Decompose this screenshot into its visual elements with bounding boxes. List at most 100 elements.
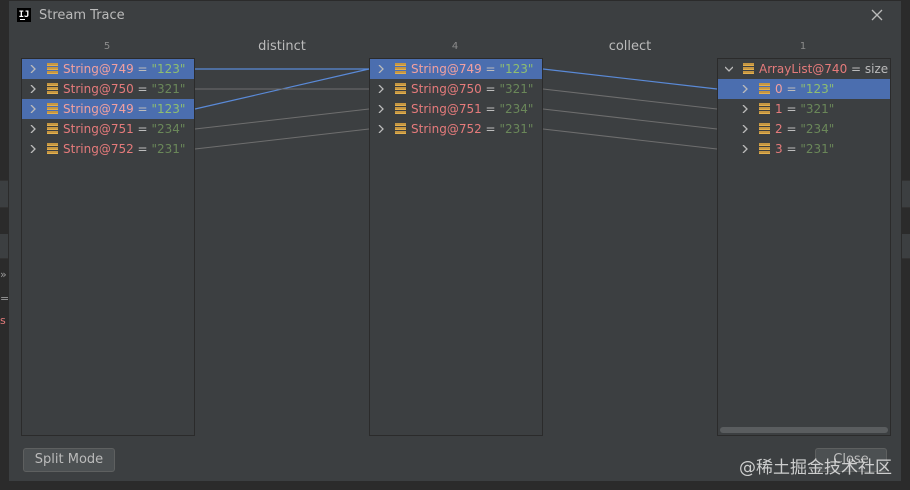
row-equals: = (137, 102, 148, 116)
distinct-values-panel[interactable]: String@749 = "123" String@750 = "321" Stri… (369, 58, 543, 436)
row-text: String@749 = "123" (63, 59, 185, 79)
chevron-right-icon[interactable] (741, 99, 751, 119)
row-equals: = (786, 82, 797, 96)
row-value: "123" (800, 82, 835, 96)
row-equals: = (485, 122, 496, 136)
row-name: String@751 (411, 102, 482, 116)
tree-row[interactable]: String@750 = "321" (370, 79, 542, 99)
row-name: 3 (775, 142, 783, 156)
row-value: "234" (800, 122, 835, 136)
row-equals: = (485, 82, 496, 96)
chevron-right-icon[interactable] (741, 79, 751, 99)
row-equals: = (851, 62, 862, 76)
row-value: "231" (499, 122, 534, 136)
row-text: ArrayList@740 = size (759, 59, 888, 79)
row-equals: = (137, 82, 148, 96)
field-icon (759, 83, 770, 94)
field-icon (395, 83, 406, 94)
row-value: "123" (151, 102, 186, 116)
row-equals: = (786, 142, 797, 156)
dialog-titlebar[interactable]: IJ Stream Trace (9, 1, 901, 31)
row-value: "321" (499, 82, 534, 96)
collect-result-panel[interactable]: ArrayList@740 = size 0 = "123" 1 = "321" 2… (717, 58, 891, 436)
row-name: String@752 (63, 142, 134, 156)
chevron-right-icon[interactable] (377, 99, 387, 119)
trace-link (542, 108, 718, 130)
tree-row[interactable]: 3 = "231" (718, 139, 890, 159)
row-value: "321" (800, 102, 835, 116)
row-text: String@751 = "234" (63, 119, 185, 139)
chevron-right-icon[interactable] (29, 139, 39, 159)
row-name: 1 (775, 102, 783, 116)
row-text: String@751 = "234" (411, 99, 533, 119)
split-mode-button[interactable]: Split Mode (23, 448, 115, 472)
dialog-title: Stream Trace (39, 8, 125, 23)
row-equals: = (137, 62, 148, 76)
operation-label-distinct: distinct (258, 39, 306, 54)
row-name: String@752 (411, 122, 482, 136)
row-name: String@750 (411, 82, 482, 96)
tree-row[interactable]: String@749 = "123" (22, 59, 194, 79)
source-values-panel[interactable]: String@749 = "123" String@750 = "321" Stri… (21, 58, 195, 436)
chevron-right-icon[interactable] (29, 79, 39, 99)
field-icon (47, 143, 58, 154)
field-icon (759, 123, 770, 134)
trace-link-active (194, 68, 370, 110)
row-value: "231" (800, 142, 835, 156)
row-text: String@750 = "321" (63, 79, 185, 99)
tree-row[interactable]: 0 = "123" (718, 79, 890, 99)
chevron-right-icon[interactable] (741, 139, 751, 159)
row-name: 0 (775, 82, 783, 96)
row-text: String@752 = "231" (411, 119, 533, 139)
row-value: "234" (151, 122, 186, 136)
tree-row[interactable]: String@749 = "123" (370, 59, 542, 79)
field-icon (47, 103, 58, 114)
close-icon[interactable] (867, 6, 887, 26)
chevron-right-icon[interactable] (29, 99, 39, 119)
trace-link-active (542, 68, 718, 90)
chevron-right-icon[interactable] (29, 59, 39, 79)
tree-root-row[interactable]: ArrayList@740 = size (718, 59, 890, 79)
chevron-right-icon[interactable] (377, 59, 387, 79)
trace-link (194, 128, 370, 150)
tree-row[interactable]: String@752 = "231" (370, 119, 542, 139)
tree-row[interactable]: 2 = "234" (718, 119, 890, 139)
tree-row[interactable]: String@752 = "231" (22, 139, 194, 159)
row-name: 2 (775, 122, 783, 136)
row-text: String@752 = "231" (63, 139, 185, 159)
row-value: size (864, 62, 889, 76)
field-icon (47, 123, 58, 134)
operation-label-collect: collect (608, 39, 652, 54)
row-equals: = (137, 142, 148, 156)
row-value: "234" (499, 102, 534, 116)
field-icon (47, 83, 58, 94)
row-equals: = (137, 122, 148, 136)
field-icon (395, 103, 406, 114)
row-text: String@749 = "123" (63, 99, 185, 119)
tree-row[interactable]: String@750 = "321" (22, 79, 194, 99)
column-count-source: 5 (103, 41, 111, 52)
row-equals: = (485, 102, 496, 116)
chevron-right-icon[interactable] (741, 119, 751, 139)
row-equals: = (786, 122, 797, 136)
ide-gutter-glyph: s (0, 314, 6, 327)
row-equals: = (786, 102, 797, 116)
stream-trace-dialog: IJ Stream Trace 5 distinct 4 collect 1 S… (8, 0, 902, 482)
field-icon (395, 123, 406, 134)
row-name: String@750 (63, 82, 134, 96)
watermark: @稀土掘金技术社区 (739, 458, 892, 478)
field-icon (743, 63, 754, 74)
horizontal-scrollbar[interactable] (720, 427, 888, 433)
field-icon (47, 63, 58, 74)
trace-link (542, 128, 718, 150)
tree-row[interactable]: String@751 = "234" (370, 99, 542, 119)
row-text: 0 = "123" (775, 79, 834, 99)
chevron-down-icon[interactable] (725, 59, 735, 79)
tree-row[interactable]: String@751 = "234" (22, 119, 194, 139)
chevron-right-icon[interactable] (377, 79, 387, 99)
tree-row[interactable]: String@749 = "123" (22, 99, 194, 119)
row-text: 3 = "231" (775, 139, 834, 159)
tree-row[interactable]: 1 = "321" (718, 99, 890, 119)
chevron-right-icon[interactable] (377, 119, 387, 139)
chevron-right-icon[interactable] (29, 119, 39, 139)
